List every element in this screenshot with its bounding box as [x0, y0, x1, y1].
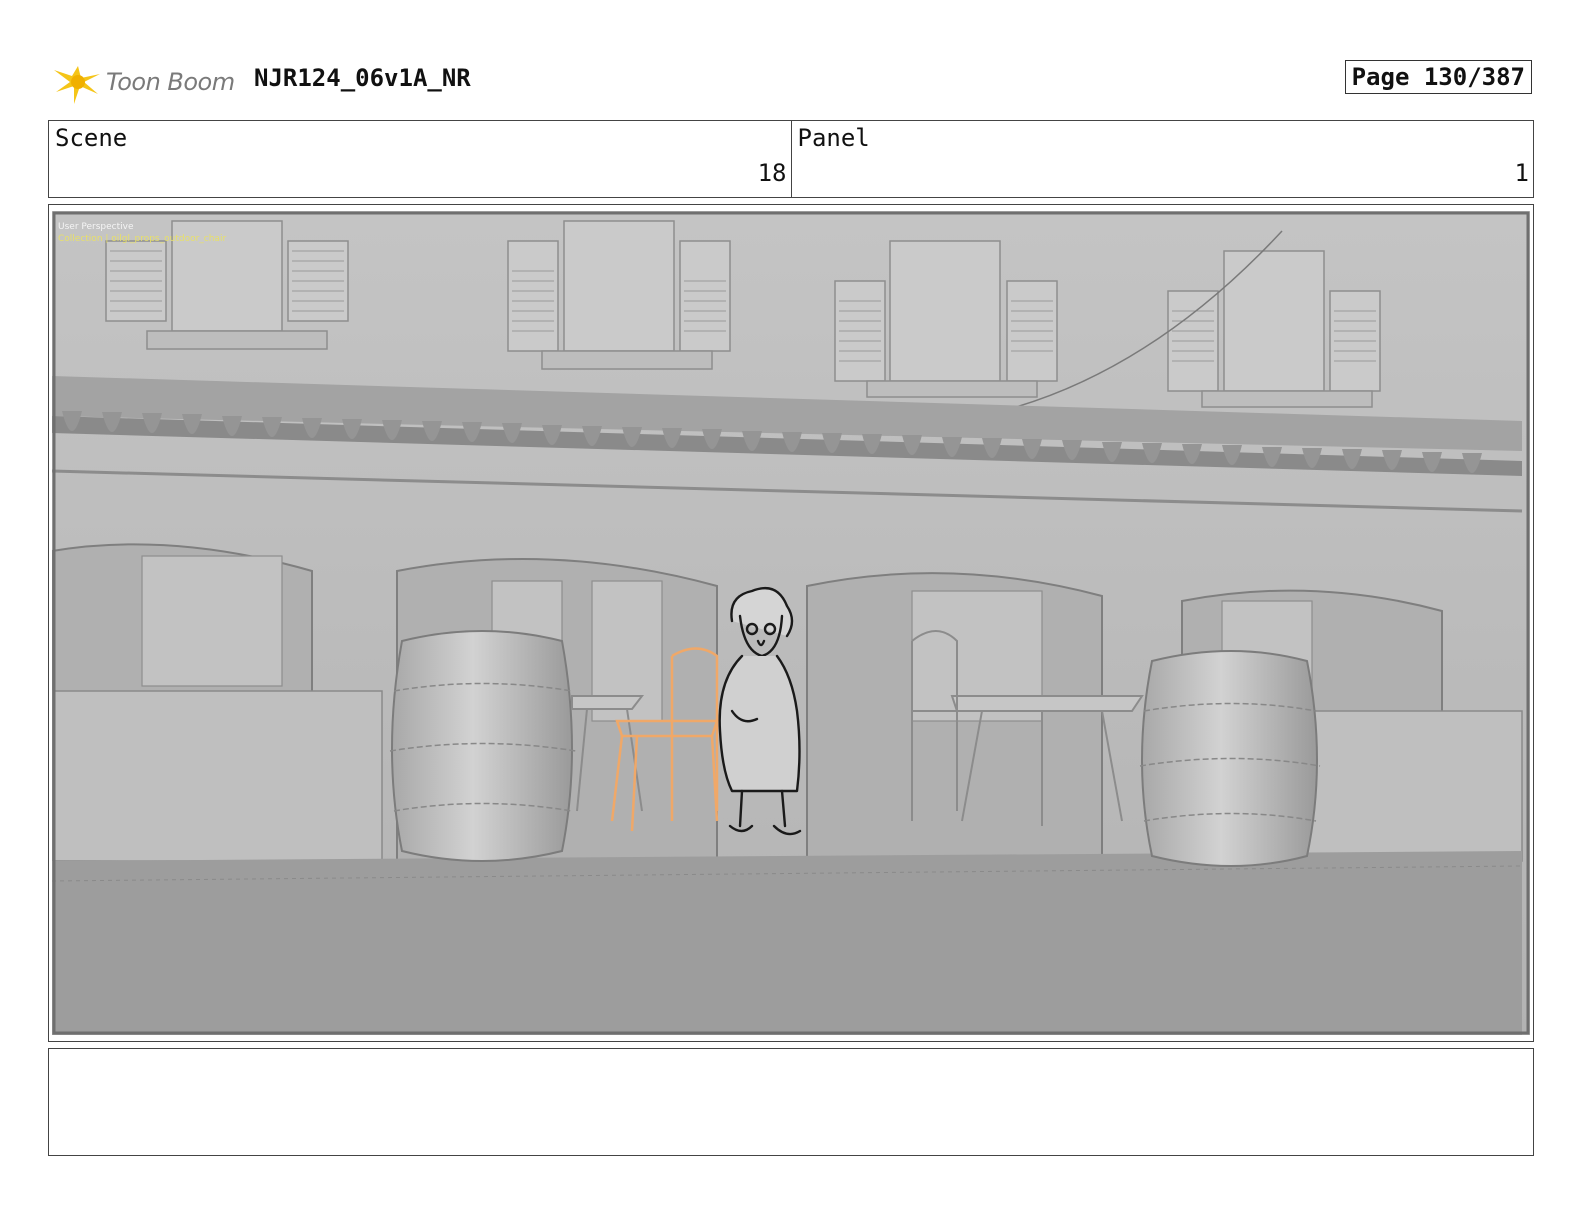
- barrel-left: [389, 630, 577, 862]
- scene-number: 18: [757, 159, 787, 187]
- viewport-selection: Collection | oilgl_props_outdoor_chair: [58, 234, 226, 244]
- ground: [52, 851, 1522, 1035]
- page-header: Toon Boom NJR124_06v1A_NR Page 130/387: [52, 56, 1532, 108]
- page-number: Page 130/387: [1344, 60, 1532, 94]
- viewport-label: User Perspective: [58, 222, 134, 232]
- scene-cell: Scene 18: [49, 121, 791, 197]
- barrel-right: [1139, 650, 1321, 867]
- scene-label: Scene: [55, 124, 128, 152]
- starburst-icon: [54, 66, 100, 104]
- notes-text: [49, 1049, 1533, 1065]
- toon-boom-logo: Toon Boom: [52, 56, 242, 108]
- storyboard-panel: User Perspective Collection | oilgl_prop…: [48, 204, 1534, 1042]
- panel-number: 1: [1514, 159, 1529, 187]
- panel-notes: [48, 1048, 1534, 1156]
- scene-panel-row: Scene 18 Panel 1: [48, 120, 1534, 198]
- project-title: NJR124_06v1A_NR: [254, 64, 471, 92]
- panel-label: Panel: [797, 124, 870, 152]
- panel-cell: Panel 1: [790, 121, 1534, 197]
- scene-drawing: User Perspective Collection | oilgl_prop…: [52, 211, 1530, 1035]
- logo-wordmark: Toon Boom: [106, 68, 235, 96]
